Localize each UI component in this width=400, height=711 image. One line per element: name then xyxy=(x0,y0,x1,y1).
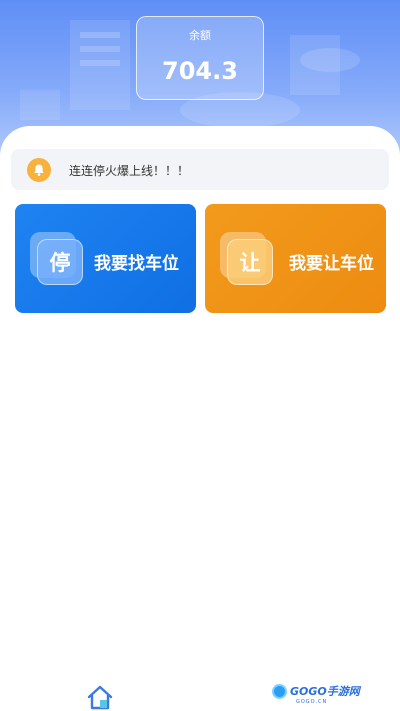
parking-tile-icon: 停 xyxy=(37,239,83,285)
find-parking-label: 我要找车位 xyxy=(94,254,179,274)
bell-icon xyxy=(27,158,51,182)
balance-value: 704.3 xyxy=(162,57,238,85)
logo-mark-icon xyxy=(272,684,287,699)
offer-tile-icon: 让 xyxy=(227,239,273,285)
find-parking-button[interactable]: 停 我要找车位 xyxy=(15,204,196,313)
balance-card: 余额 704.3 xyxy=(136,16,264,100)
watermark-logo: GOGO手游网 GOGO.CN xyxy=(270,681,362,711)
notice-text: 连连停火爆上线！！！ xyxy=(69,164,190,178)
notice-bar[interactable]: 连连停火爆上线！！！ xyxy=(11,149,389,190)
offer-parking-label: 我要让车位 xyxy=(289,254,374,274)
watermark-text: GOGO手游网 xyxy=(290,685,360,698)
balance-label: 余额 xyxy=(189,29,211,42)
watermark-sub: GOGO.CN xyxy=(296,699,328,705)
offer-parking-button[interactable]: 让 我要让车位 xyxy=(205,204,386,313)
home-icon[interactable] xyxy=(86,684,114,711)
